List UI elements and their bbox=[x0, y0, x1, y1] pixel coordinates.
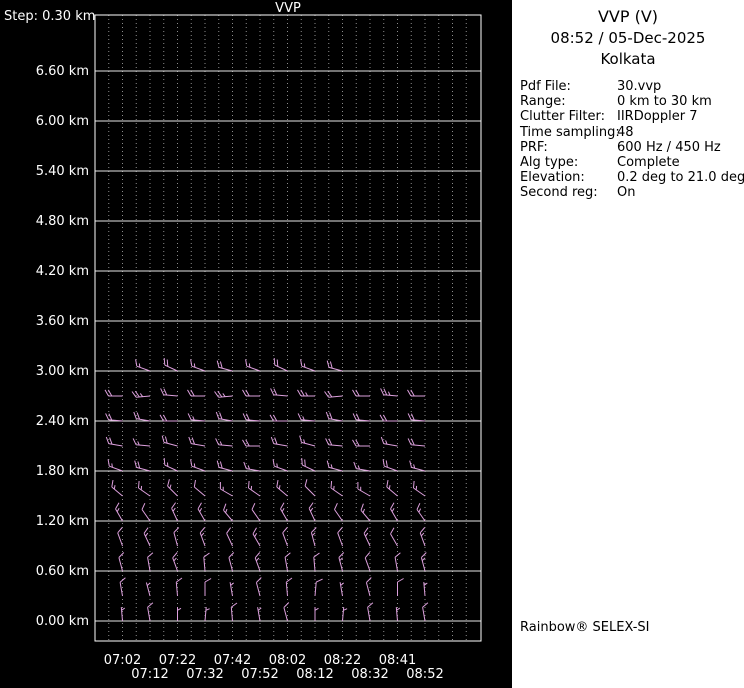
y-axis-tick-label: 2.40 km bbox=[36, 414, 89, 429]
site-name: Kolkata bbox=[600, 50, 656, 68]
info-field-label: Time sampling: bbox=[520, 124, 620, 140]
y-axis-tick-label: 6.00 km bbox=[36, 114, 89, 129]
x-axis-tick-label: 08:52 bbox=[406, 667, 443, 682]
y-axis-tick-label: 0.00 km bbox=[36, 614, 89, 629]
x-axis-tick-label: 08:32 bbox=[351, 667, 388, 682]
x-axis-tick-label: 08:41 bbox=[379, 653, 416, 668]
info-field-value: 0 km to 30 km bbox=[617, 94, 712, 110]
info-field-label: PRF: bbox=[520, 139, 548, 155]
info-field-row: Range: 0 km to 30 km bbox=[520, 94, 744, 109]
info-field-row: Second reg: On bbox=[520, 185, 744, 200]
y-axis-tick-label: 5.40 km bbox=[36, 164, 89, 179]
info-field-label: Alg type: bbox=[520, 155, 579, 171]
x-axis-tick-label: 08:12 bbox=[296, 667, 333, 682]
product-fields: Pdf File: 30.vvp Range: 0 km to 30 km Clutte… bbox=[512, 79, 744, 201]
info-field-label: Pdf File: bbox=[520, 79, 571, 94]
info-field-value: IIRDoppler 7 bbox=[617, 109, 698, 125]
info-field-row: Alg type: Complete bbox=[520, 155, 744, 170]
y-axis-tick-label: 1.80 km bbox=[36, 464, 89, 479]
y-axis-tick-label: 3.00 km bbox=[36, 364, 89, 379]
vvp-product-window: 6.60 km 6.00 km 5.40 km 4.80 km 4.20 km 3.60 … bbox=[0, 0, 744, 688]
chart-region: 6.60 km 6.00 km 5.40 km 4.80 km 4.20 km 3.60 … bbox=[0, 0, 512, 688]
x-axis-tick-label: 07:42 bbox=[214, 653, 251, 668]
x-axis-tick-label: 08:22 bbox=[324, 653, 361, 668]
info-panel: VVP (V) 08:52 / 05-Dec-2025 Kolkata Pdf … bbox=[512, 0, 744, 688]
info-field-label: Elevation: bbox=[520, 170, 585, 186]
x-axis-tick-label: 07:02 bbox=[104, 653, 141, 668]
info-field-row: Time sampling: 48 bbox=[520, 125, 744, 140]
vendor-footer: Rainbow® SELEX-SI bbox=[520, 620, 650, 635]
x-axis-tick-label: 08:02 bbox=[269, 653, 306, 668]
y-axis-tick-label: 0.60 km bbox=[36, 564, 89, 579]
info-field-row: Elevation: 0.2 deg to 21.0 deg bbox=[520, 170, 744, 185]
x-axis-tick-label: 07:52 bbox=[241, 667, 278, 682]
x-axis-tick-label: 07:32 bbox=[186, 667, 223, 682]
wind-barb-chart: 6.60 km 6.00 km 5.40 km 4.80 km 4.20 km 3.60 … bbox=[0, 0, 512, 688]
info-field-row: Clutter Filter: IIRDoppler 7 bbox=[520, 109, 744, 124]
info-field-label: Second reg: bbox=[520, 185, 598, 201]
y-axis-tick-label: 3.60 km bbox=[36, 314, 89, 329]
info-field-row: Pdf File: 30.vvp bbox=[520, 79, 744, 94]
info-field-value: Complete bbox=[617, 155, 680, 171]
x-axis-tick-label: 07:22 bbox=[159, 653, 196, 668]
y-axis-tick-label: 6.60 km bbox=[36, 64, 89, 79]
info-field-value: On bbox=[617, 185, 636, 201]
info-field-label: Clutter Filter: bbox=[520, 109, 605, 125]
y-axis-tick-label: 1.20 km bbox=[36, 514, 89, 529]
info-field-value: 600 Hz / 450 Hz bbox=[617, 139, 721, 155]
step-label: Step: 0.30 km bbox=[4, 9, 96, 24]
product-title: VVP (V) bbox=[597, 7, 659, 26]
info-field-value: 30.vvp bbox=[617, 79, 662, 94]
info-field-label: Range: bbox=[520, 94, 566, 110]
info-field-row: PRF: 600 Hz / 450 Hz bbox=[520, 140, 744, 155]
y-axis-tick-label: 4.20 km bbox=[36, 264, 89, 279]
product-datetime: 08:52 / 05-Dec-2025 bbox=[550, 29, 706, 47]
chart-title: VVP bbox=[275, 1, 301, 16]
y-axis-tick-label: 4.80 km bbox=[36, 214, 89, 229]
info-field-value: 48 bbox=[617, 124, 634, 140]
x-axis-tick-label: 07:12 bbox=[131, 667, 168, 682]
info-field-value: 0.2 deg to 21.0 deg bbox=[617, 170, 744, 186]
